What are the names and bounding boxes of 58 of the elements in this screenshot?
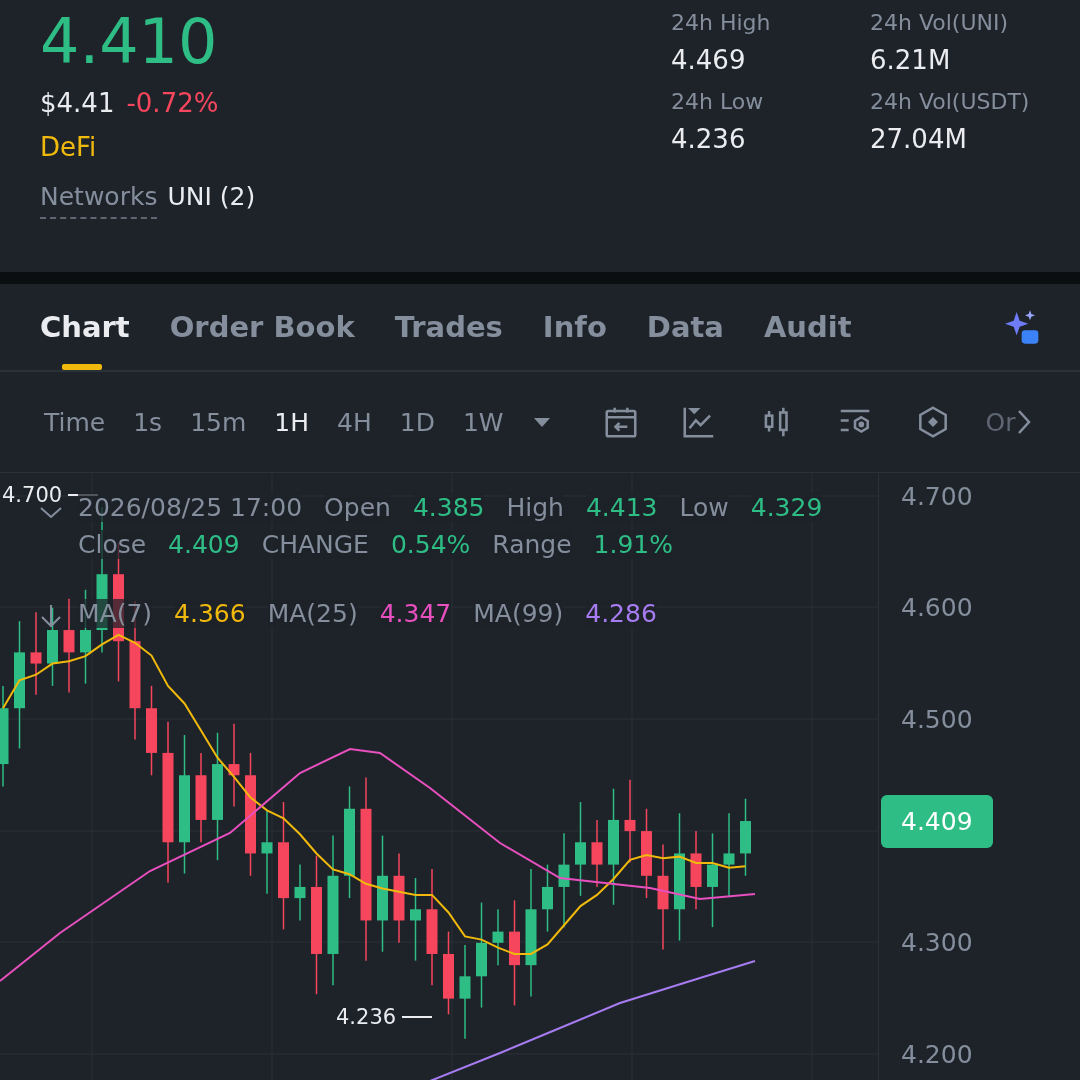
low-price-marker: 4.236	[336, 1005, 397, 1029]
stat-label: 24h Vol(UNI)	[870, 10, 1010, 35]
active-tab-indicator	[62, 364, 102, 370]
interval-option[interactable]: 1H	[274, 407, 309, 437]
stat-label: 24h Low	[671, 89, 765, 114]
axis-label: 4.600	[901, 592, 973, 622]
ohlc-value: 1.91%	[593, 530, 673, 559]
interval-option[interactable]: 4H	[337, 407, 372, 437]
ohlc-label: Close	[78, 530, 147, 559]
high-price-marker: 4.700	[2, 483, 63, 507]
candle-timestamp: 2026/08/25 17:00	[78, 493, 303, 522]
interval-option[interactable]: 1s	[133, 407, 163, 437]
tab[interactable]: Chart	[40, 296, 130, 358]
networks-label: Networks	[40, 182, 158, 219]
stat-value: 6.21M	[870, 45, 952, 75]
axis-label: 4.500	[901, 704, 973, 734]
ohlc-value: 4.413	[585, 493, 658, 522]
candle	[492, 908, 504, 966]
stat-value: 4.469	[671, 45, 747, 75]
ohlc-value: 0.54%	[390, 530, 471, 559]
candle	[542, 863, 553, 933]
stat-label: 24h High	[671, 10, 772, 35]
current-price-tag: 4.409	[881, 795, 993, 848]
tab[interactable]: Audit	[763, 296, 852, 358]
ma-label: MA(25)	[267, 599, 358, 628]
fiat-price: $4.41	[40, 88, 115, 118]
axis-label: 4.700	[901, 481, 973, 511]
collapse-icon[interactable]	[38, 603, 64, 629]
interval-option[interactable]: 1D	[399, 407, 435, 437]
price-change: -0.72%	[126, 88, 219, 118]
ma-label: MA(7)	[78, 599, 153, 628]
candle	[591, 819, 603, 888]
interval-option[interactable]: 15m	[190, 407, 247, 437]
interval-option[interactable]: Time	[44, 407, 106, 437]
networks-value[interactable]: UNI (2)	[167, 182, 256, 211]
ohlc-value: 4.329	[750, 493, 823, 522]
axis-label: 4.200	[901, 1039, 973, 1069]
ohlc-label: CHANGE	[261, 530, 369, 559]
category-link[interactable]: DeFi	[40, 132, 671, 162]
stat-value: 27.04M	[870, 124, 968, 154]
stat-label: 24h Vol(USDT)	[870, 89, 1031, 114]
more-tools-label[interactable]: Or	[985, 407, 1016, 437]
leader-line	[402, 1015, 433, 1019]
last-price: 4.410	[40, 4, 219, 80]
ohlc-label: High	[506, 493, 564, 522]
ohlc-value: 4.385	[412, 493, 485, 522]
tab[interactable]: Data	[646, 296, 724, 358]
ma-value: 4.286	[585, 599, 657, 628]
tab[interactable]: Trades	[394, 296, 503, 358]
candle	[294, 863, 306, 922]
axis-label: 4.300	[901, 927, 973, 957]
stat-value: 4.236	[671, 124, 747, 154]
interval-option[interactable]: 1W	[462, 407, 504, 437]
tab[interactable]: Info	[542, 296, 607, 358]
caret-icon[interactable]	[531, 415, 552, 429]
collapse-icon[interactable]	[38, 505, 64, 521]
ohlc-label: Open	[324, 493, 391, 522]
tab[interactable]: Order Book	[169, 296, 355, 358]
